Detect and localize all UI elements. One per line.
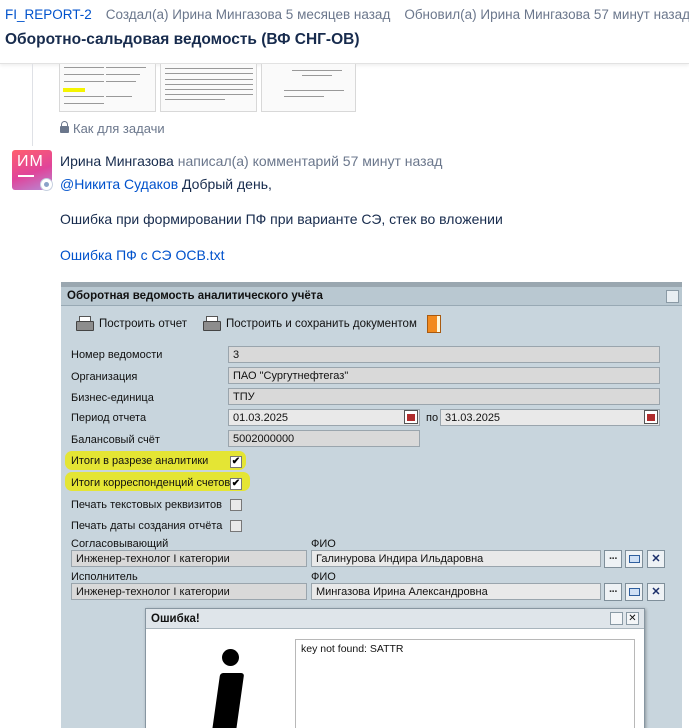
period-label: Период отчета bbox=[71, 412, 147, 424]
text-req-checkbox bbox=[230, 499, 242, 511]
calendar-icon bbox=[404, 410, 418, 424]
comment-body: Ошибка при формировании ПФ при варианте … bbox=[60, 211, 503, 227]
error-dialog-titlebar: Ошибка! ✕ bbox=[146, 609, 644, 629]
more-icon: ··· bbox=[604, 550, 622, 568]
comment-header: Ирина Мингазова написал(а) комментарий 5… bbox=[60, 153, 443, 169]
analytics-label: Итоги в разрезе аналитики bbox=[71, 455, 209, 467]
issue-header: FI_REPORT-2 Создал(а) Ирина Мингазова 5 м… bbox=[0, 0, 689, 64]
close-icon: ✕ bbox=[647, 583, 665, 601]
approver-role-field: Инженер-технолог I категории bbox=[71, 550, 307, 567]
calendar-icon bbox=[644, 410, 658, 424]
more-icon: ··· bbox=[604, 583, 622, 601]
attachment-thumbnail[interactable] bbox=[160, 64, 257, 112]
number-label: Номер ведомости bbox=[71, 349, 163, 361]
issue-key-link[interactable]: FI_REPORT-2 bbox=[5, 7, 92, 22]
embedded-screenshot[interactable]: Оборотная ведомость аналитического учёта… bbox=[61, 282, 682, 728]
window-maximize-icon bbox=[666, 290, 679, 303]
folder-icon bbox=[625, 583, 643, 601]
approver-label: Согласовывающий bbox=[71, 538, 169, 550]
analytics-checkbox: ✔ bbox=[230, 456, 242, 468]
period-to-field: 31.03.2025 bbox=[440, 409, 660, 426]
user-mention-link[interactable]: @Никита Судаков bbox=[60, 176, 178, 192]
maximize-icon bbox=[610, 612, 623, 625]
window-titlebar: Оборотная ведомость аналитического учёта bbox=[61, 287, 682, 306]
user-badge-icon bbox=[40, 178, 53, 191]
error-dialog: Ошибка! ✕ key not found: SATTR bbox=[145, 608, 645, 728]
lock-icon bbox=[60, 121, 69, 133]
avatar[interactable]: ИМ bbox=[12, 150, 53, 191]
close-icon: ✕ bbox=[647, 550, 665, 568]
org-field: ПАО "Сургутнефтегаз" bbox=[228, 367, 660, 384]
visibility-restriction: Как для задачи bbox=[60, 121, 165, 136]
printer-icon bbox=[202, 316, 221, 332]
updated-info: Обновил(а) Ирина Мингазова 57 минут наза… bbox=[404, 7, 689, 22]
corr-checkbox: ✔ bbox=[230, 478, 242, 490]
page-title: Оборотно-сальдовая ведомость (ВФ СНГ-ОВ) bbox=[5, 31, 360, 48]
org-label: Организация bbox=[71, 371, 138, 383]
issue-meta: FI_REPORT-2 Создал(а) Ирина Мингазова 5 м… bbox=[5, 7, 689, 22]
printer-icon bbox=[75, 316, 94, 332]
attachment-thumbnail[interactable] bbox=[261, 64, 356, 112]
build-save-button: Построить и сохранить документом bbox=[202, 316, 417, 332]
attachment-thumbnail[interactable] bbox=[59, 64, 156, 112]
build-report-button: Построить отчет bbox=[75, 316, 187, 332]
number-field: 3 bbox=[228, 346, 660, 363]
approver-fio-label: ФИО bbox=[311, 538, 336, 550]
unit-field: ТПУ bbox=[228, 388, 660, 405]
exit-door-icon bbox=[427, 315, 441, 333]
executor-fio-label: ФИО bbox=[311, 571, 336, 583]
approver-fio-field: Галинурова Индира Ильдаровна bbox=[311, 550, 601, 567]
info-icon bbox=[206, 649, 250, 728]
account-field: 5002000000 bbox=[228, 430, 420, 447]
executor-label: Исполнитель bbox=[71, 571, 138, 583]
executor-fio-field: Мингазова Ирина Александровна bbox=[311, 583, 601, 600]
period-to-label: по bbox=[426, 412, 439, 424]
comment-greeting-line: @Никита Судаков Добрый день, bbox=[60, 176, 272, 192]
period-from-field: 01.03.2025 bbox=[228, 409, 420, 426]
error-message: key not found: SATTR bbox=[295, 639, 635, 728]
corr-label: Итоги корреспонденций счетов bbox=[71, 477, 231, 489]
attachment-link[interactable]: Ошибка ПФ с СЭ ОСВ.txt bbox=[60, 247, 224, 263]
thread-line bbox=[32, 64, 33, 146]
comment-author-link[interactable]: Ирина Мингазова bbox=[60, 153, 174, 169]
created-info: Создал(а) Ирина Мингазова 5 месяцев наза… bbox=[105, 7, 391, 22]
close-icon: ✕ bbox=[626, 612, 639, 625]
account-label: Балансовый счёт bbox=[71, 434, 160, 446]
date-checkbox bbox=[230, 520, 242, 532]
date-label: Печать даты создания отчёта bbox=[71, 520, 223, 532]
executor-role-field: Инженер-технолог I категории bbox=[71, 583, 307, 600]
folder-icon bbox=[625, 550, 643, 568]
unit-label: Бизнес-единица bbox=[71, 392, 154, 404]
text-req-label: Печать текстовых реквизитов bbox=[71, 499, 222, 511]
